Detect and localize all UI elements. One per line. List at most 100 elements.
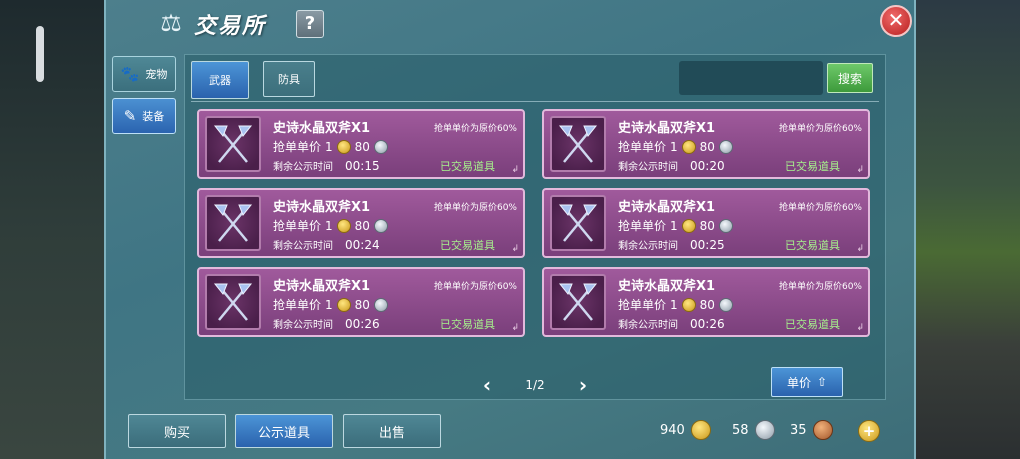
item-name: 史诗水晶双斧X1 <box>618 121 716 136</box>
silver-amount: 80 <box>354 297 370 312</box>
time-row: 剩余公示时间 00:26 <box>273 316 380 332</box>
tab-armor[interactable]: 防具 <box>263 61 315 97</box>
gold-amount: 1 <box>325 218 333 233</box>
corner-arrow-icon: ↲ <box>856 323 864 333</box>
price-row: 抢单单价 1 80 <box>618 296 733 313</box>
silver-amount: 80 <box>699 218 715 233</box>
silver-balance: 58 <box>732 420 775 440</box>
price-label: 抢单单价 <box>618 140 667 154</box>
gold-amount: 1 <box>670 218 678 233</box>
gold-coin-icon <box>336 218 351 233</box>
status-label: 已交易道具 <box>440 160 495 173</box>
silver-coin-icon <box>718 139 733 154</box>
item-card[interactable]: 史诗水晶双斧X1 抢单单价为原价60% 抢单单价 1 80 剩余公示时间 00:… <box>197 188 525 258</box>
item-card[interactable]: 史诗水晶双斧X1 抢单单价为原价60% 抢单单价 1 80 剩余公示时间 00:… <box>542 188 870 258</box>
time-remaining: 00:20 <box>690 158 725 173</box>
prev-page-button[interactable]: ‹ <box>475 373 499 397</box>
silver-coin-icon <box>373 297 388 312</box>
price-label: 抢单单价 <box>273 298 322 312</box>
crystal-double-axe-icon <box>205 274 261 330</box>
time-row: 剩余公示时间 00:26 <box>618 316 725 332</box>
bronze-coin-icon <box>812 420 833 440</box>
corner-arrow-icon: ↲ <box>511 323 519 333</box>
item-name: 史诗水晶双斧X1 <box>618 200 716 215</box>
exchange-panel: ⚖ 交易所 ? ✕ 🐾 宠物 ✎ 装备 武器 防具 搜索 史诗水晶双斧X1 抢单… <box>104 0 916 459</box>
time-label: 剩余公示时间 <box>273 241 333 252</box>
corner-arrow-icon: ↲ <box>856 165 864 175</box>
next-page-button[interactable]: › <box>571 373 595 397</box>
gold-coin-icon <box>336 139 351 154</box>
tab-public-items[interactable]: 公示道具 <box>235 414 333 448</box>
silver-coin-icon <box>718 297 733 312</box>
item-name: 史诗水晶双斧X1 <box>618 279 716 294</box>
item-card[interactable]: 史诗水晶双斧X1 抢单单价为原价60% 抢单单价 1 80 剩余公示时间 00:… <box>197 267 525 337</box>
price-label: 抢单单价 <box>273 140 322 154</box>
status-label: 已交易道具 <box>785 318 840 331</box>
sidebar-item-equipment[interactable]: ✎ 装备 <box>112 98 176 134</box>
market-content: 武器 防具 搜索 史诗水晶双斧X1 抢单单价为原价60% 抢单单价 1 80 剩… <box>184 54 886 400</box>
time-row: 剩余公示时间 00:15 <box>273 158 380 174</box>
discount-note: 抢单单价为原价60% <box>433 282 517 292</box>
scene-background-left <box>0 0 104 459</box>
status-label: 已交易道具 <box>785 160 840 173</box>
crystal-double-axe-icon <box>550 195 606 251</box>
price-label: 抢单单价 <box>618 298 667 312</box>
time-remaining: 00:25 <box>690 237 725 252</box>
time-label: 剩余公示时间 <box>618 241 678 252</box>
sort-label: 单价 <box>786 375 811 390</box>
bronze-balance: 35 <box>790 420 833 440</box>
status-label: 已交易道具 <box>440 318 495 331</box>
gold-coin-icon <box>681 297 696 312</box>
price-row: 抢单单价 1 80 <box>618 217 733 234</box>
discount-note: 抢单单价为原价60% <box>778 124 862 134</box>
window-title: 交易所 <box>194 14 267 39</box>
price-row: 抢单单价 1 80 <box>273 217 388 234</box>
close-button[interactable]: ✕ <box>880 5 912 37</box>
item-card[interactable]: 史诗水晶双斧X1 抢单单价为原价60% 抢单单价 1 80 剩余公示时间 00:… <box>197 109 525 179</box>
sidebar-item-pet[interactable]: 🐾 宠物 <box>112 56 176 92</box>
tab-weapons[interactable]: 武器 <box>191 61 249 99</box>
time-row: 剩余公示时间 00:20 <box>618 158 725 174</box>
time-remaining: 00:26 <box>345 316 380 331</box>
sort-up-icon: ⇧ <box>816 375 828 389</box>
gold-coin-icon <box>681 218 696 233</box>
crystal-double-axe-icon <box>550 274 606 330</box>
corner-arrow-icon: ↲ <box>856 244 864 254</box>
sidebar-item-label: 宠物 <box>145 68 168 81</box>
silver-coin-icon <box>373 218 388 233</box>
help-button[interactable]: ? <box>296 10 324 38</box>
divider <box>191 101 879 102</box>
sort-by-price-button[interactable]: 单价 ⇧ <box>771 367 843 397</box>
gold-amount: 1 <box>670 139 678 154</box>
crystal-double-axe-icon <box>550 116 606 172</box>
tab-sell[interactable]: 出售 <box>343 414 441 448</box>
page-indicator: 1/2 <box>525 378 545 392</box>
item-card[interactable]: 史诗水晶双斧X1 抢单单价为原价60% 抢单单价 1 80 剩余公示时间 00:… <box>542 267 870 337</box>
tab-buy[interactable]: 购买 <box>128 414 226 448</box>
gold-coin-icon <box>336 297 351 312</box>
paw-icon: 🐾 <box>120 65 140 83</box>
corner-arrow-icon: ↲ <box>511 244 519 254</box>
gold-balance: 940 <box>660 420 711 440</box>
silver-amount: 80 <box>699 297 715 312</box>
discount-note: 抢单单价为原价60% <box>778 203 862 213</box>
time-remaining: 00:15 <box>345 158 380 173</box>
equipment-icon: ✎ <box>123 107 137 125</box>
silver-amount: 80 <box>699 139 715 154</box>
search-button[interactable]: 搜索 <box>827 63 873 93</box>
crystal-double-axe-icon <box>205 195 261 251</box>
price-label: 抢单单价 <box>273 219 322 233</box>
time-label: 剩余公示时间 <box>618 162 678 173</box>
discount-note: 抢单单价为原价60% <box>433 124 517 134</box>
time-label: 剩余公示时间 <box>273 320 333 331</box>
side-handle[interactable] <box>36 26 44 82</box>
pagination: ‹ 1/2 › <box>475 373 595 397</box>
item-name: 史诗水晶双斧X1 <box>273 200 371 215</box>
search-input[interactable] <box>679 61 823 95</box>
add-currency-button[interactable]: + <box>858 420 880 442</box>
price-label: 抢单单价 <box>618 219 667 233</box>
gold-amount: 1 <box>325 297 333 312</box>
gold-coin-icon <box>690 420 711 440</box>
item-card[interactable]: 史诗水晶双斧X1 抢单单价为原价60% 抢单单价 1 80 剩余公示时间 00:… <box>542 109 870 179</box>
time-remaining: 00:26 <box>690 316 725 331</box>
